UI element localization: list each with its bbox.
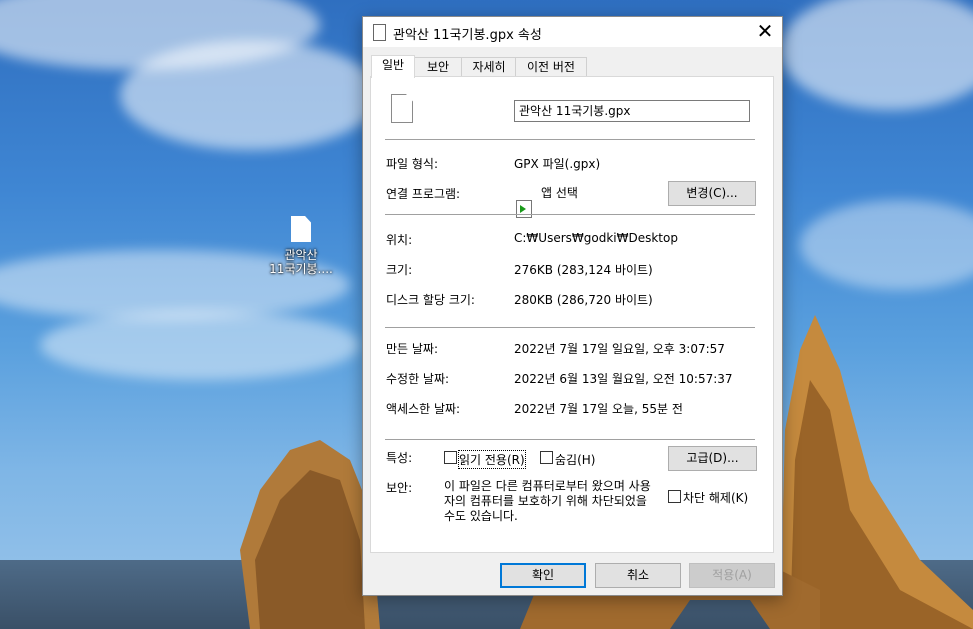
unblock-checkbox[interactable] [668,490,681,503]
hidden-checkbox[interactable] [540,451,553,464]
readonly-label[interactable]: 읽기 전용(R) [458,450,526,469]
ok-button[interactable]: 확인 [500,563,586,588]
window-title: 관악산 11국기봉.gpx 속성 [393,28,542,43]
unblock-label[interactable]: 차단 해제(K) [683,489,748,506]
change-button[interactable]: 변경(C)... [668,181,756,206]
document-icon [291,216,311,242]
cloud [780,0,973,110]
tab-general[interactable]: 일반 [371,55,415,78]
accessed-value: 2022년 7월 17일 오늘, 55분 전 [514,402,683,416]
size-on-disk-value: 280KB (286,720 바이트) [514,293,653,307]
tab-security[interactable]: 보안 [413,57,463,77]
opens-with-value: 앱 선택 [541,186,578,200]
tab-details[interactable]: 자세히 [461,57,517,77]
opens-with-label: 연결 프로그램: [386,187,461,201]
desktop-icon-label-line1: 관악산 [284,248,318,262]
file-type-value: GPX 파일(.gpx) [514,157,601,171]
divider [385,327,755,328]
document-icon [373,24,386,41]
divider [385,214,755,215]
security-label: 보안: [386,481,413,495]
created-label: 만든 날짜: [386,342,439,356]
close-icon: ✕ [756,19,774,43]
security-message: 이 파일은 다른 컴퓨터로부터 왔으며 사용자의 컴퓨터를 보호하기 위해 차단… [444,479,651,523]
divider [385,139,755,140]
tab-previous-versions[interactable]: 이전 버전 [515,57,587,77]
app-select-icon [516,200,532,218]
properties-dialog: 관악산 11국기봉.gpx 속성 ✕ 일반 보안 자세히 이전 버전 파일 형식… [362,16,783,596]
location-value: C:₩Users₩godki₩Desktop [514,231,678,245]
cloud [800,200,973,290]
size-label: 크기: [386,263,413,277]
document-icon [391,94,413,123]
created-value: 2022년 7월 17일 일요일, 오후 3:07:57 [514,342,725,356]
rock-left [240,440,380,629]
accessed-label: 액세스한 날짜: [386,402,461,416]
size-value: 276KB (283,124 바이트) [514,263,653,277]
desktop-icon-label-line2: 11국기봉.... [269,262,333,276]
advanced-button[interactable]: 고급(D)... [668,446,757,471]
attributes-label: 특성: [386,451,413,465]
cloud [120,40,380,150]
desktop-file-icon[interactable]: 관악산 11국기봉.... [262,216,340,276]
readonly-checkbox[interactable] [444,451,457,464]
modified-label: 수정한 날짜: [386,372,450,386]
title-bar[interactable]: 관악산 11국기봉.gpx 속성 ✕ [363,17,782,47]
hidden-label[interactable]: 숨김(H) [555,451,595,468]
general-panel: 파일 형식: GPX 파일(.gpx) 연결 프로그램: 앱 선택 변경(C).… [370,76,774,553]
apply-button[interactable]: 적용(A) [689,563,775,588]
location-label: 위치: [386,233,413,247]
file-type-label: 파일 형식: [386,157,439,171]
cloud [40,310,360,380]
divider [385,439,755,440]
size-on-disk-label: 디스크 할당 크기: [386,293,475,307]
cancel-button[interactable]: 취소 [595,563,681,588]
modified-value: 2022년 6월 13일 월요일, 오전 10:57:37 [514,372,733,386]
close-button[interactable]: ✕ [748,17,782,47]
filename-input[interactable] [514,100,750,122]
